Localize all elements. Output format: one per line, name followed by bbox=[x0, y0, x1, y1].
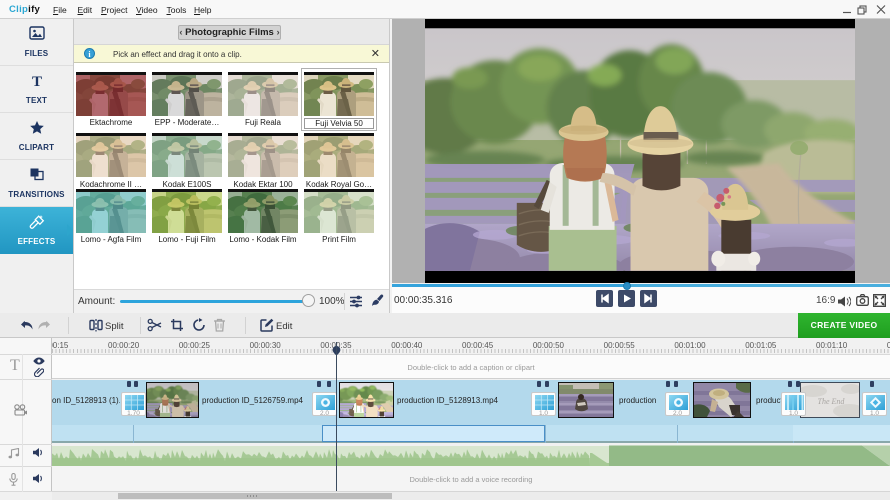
svg-text:The End: The End bbox=[818, 397, 846, 406]
svg-text:T: T bbox=[31, 74, 41, 88]
